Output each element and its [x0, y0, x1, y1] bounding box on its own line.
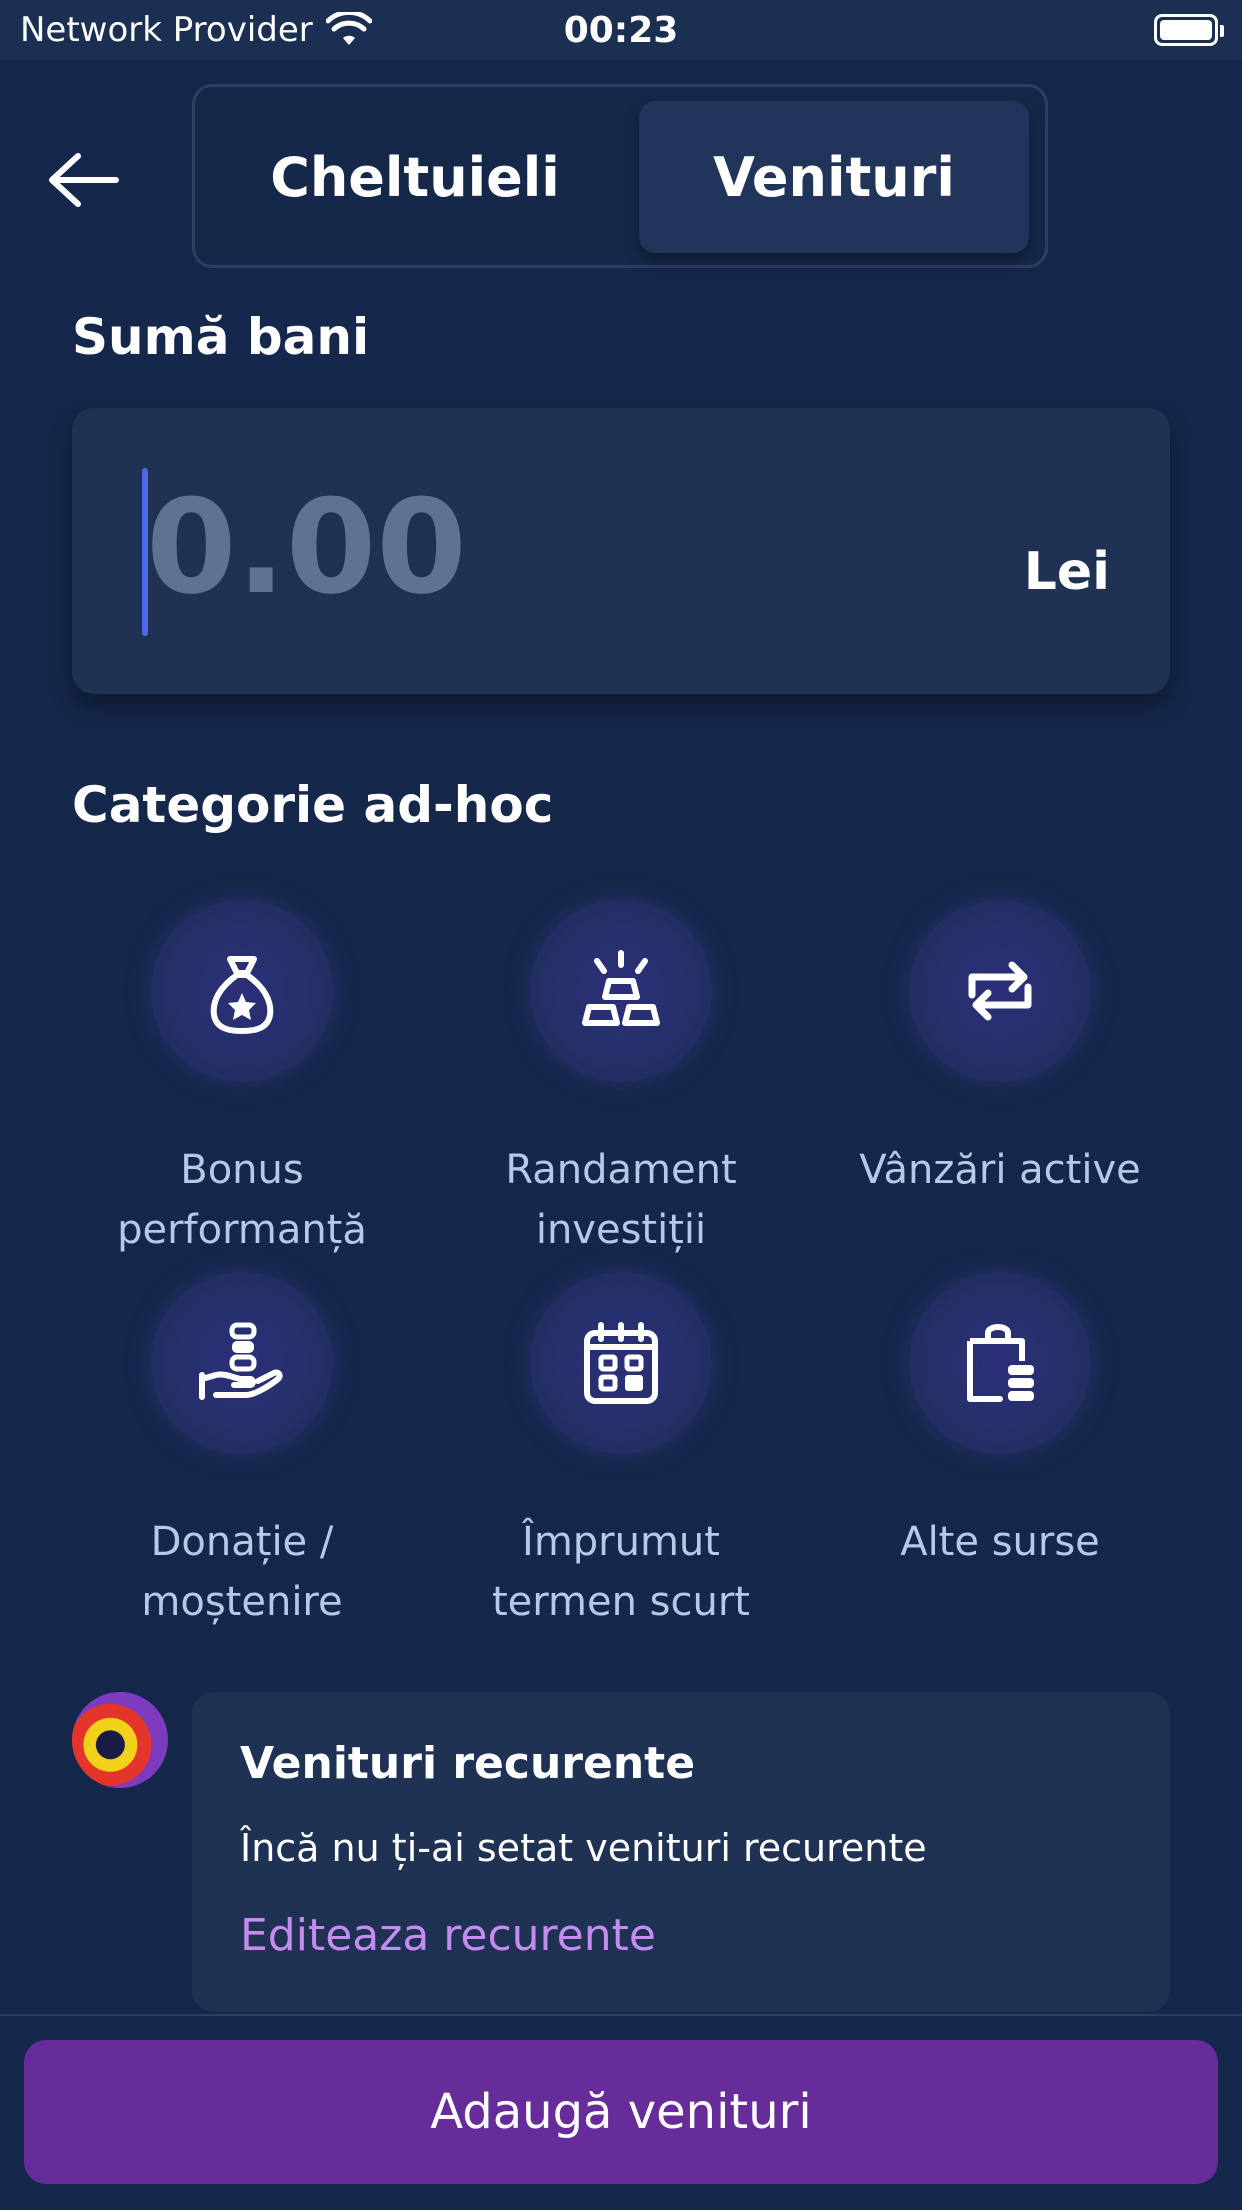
- category-label-line2: investiții: [535, 1207, 707, 1253]
- category-label-line1: Bonus: [180, 1147, 304, 1193]
- category-icon-circle: [530, 900, 712, 1082]
- calendar-icon: [584, 1322, 658, 1404]
- recurring-card: Venituri recurente Încă nu ți-ai setat v…: [192, 1692, 1170, 2012]
- battery-icon: [1154, 14, 1218, 46]
- category-label-line2: moștenire: [141, 1579, 343, 1625]
- category-vanzari[interactable]: Vânzări active: [810, 900, 1190, 1200]
- category-alte-surse[interactable]: Alte surse: [810, 1272, 1190, 1572]
- add-income-button[interactable]: Adaugă venituri: [24, 2040, 1218, 2184]
- category-icon-circle: [151, 1272, 333, 1454]
- currency-label: Lei: [1023, 542, 1110, 602]
- money-bag-star-icon: [210, 956, 274, 1034]
- app-logo: [72, 1692, 168, 1788]
- category-label-line1: Randament: [505, 1147, 737, 1193]
- category-icon-circle: [530, 1272, 712, 1454]
- back-arrow-icon[interactable]: [44, 148, 122, 212]
- category-icon-circle: [909, 1272, 1091, 1454]
- tab-cheltuieli[interactable]: Cheltuieli: [209, 101, 621, 253]
- category-label-line2: termen scurt: [492, 1579, 750, 1625]
- amount-input[interactable]: [146, 452, 846, 642]
- category-icon-circle: [151, 900, 333, 1082]
- exchange-arrows-icon: [968, 961, 1032, 1021]
- clock: 00:23: [563, 10, 679, 51]
- category-randament[interactable]: Randament investiții: [431, 900, 811, 1260]
- amount-title: Sumă bani: [72, 308, 370, 366]
- recurring-description: Încă nu ți-ai setat venituri recurente: [240, 1826, 927, 1870]
- category-title: Categorie ad-hoc: [72, 776, 554, 834]
- category-label-line1: Împrumut: [522, 1519, 720, 1565]
- battery-cap: [1220, 25, 1224, 37]
- gold-bars-icon: [582, 950, 660, 1026]
- category-bonus[interactable]: Bonus performanță: [52, 900, 432, 1260]
- recurring-title: Venituri recurente: [240, 1738, 696, 1789]
- category-icon-circle: [909, 900, 1091, 1082]
- tab-venituri[interactable]: Venituri: [639, 101, 1029, 253]
- type-segmented-control: Cheltuieli Venituri: [192, 84, 1048, 268]
- hand-coins-icon: [199, 1322, 283, 1400]
- category-label-line1: Vânzări active: [859, 1147, 1141, 1193]
- category-label-line2: performanță: [117, 1207, 367, 1253]
- text-caret: [142, 468, 148, 636]
- edit-recurring-link[interactable]: Editeaza recurente: [240, 1910, 656, 1961]
- category-label-line1: Donație /: [150, 1519, 334, 1565]
- amount-card: Lei: [72, 408, 1170, 694]
- category-donatie[interactable]: Donație / moștenire: [52, 1272, 432, 1632]
- category-imprumut[interactable]: Împrumut termen scurt: [431, 1272, 811, 1632]
- shopping-bag-coins-icon: [967, 1324, 1034, 1402]
- category-label-line1: Alte surse: [900, 1519, 1100, 1565]
